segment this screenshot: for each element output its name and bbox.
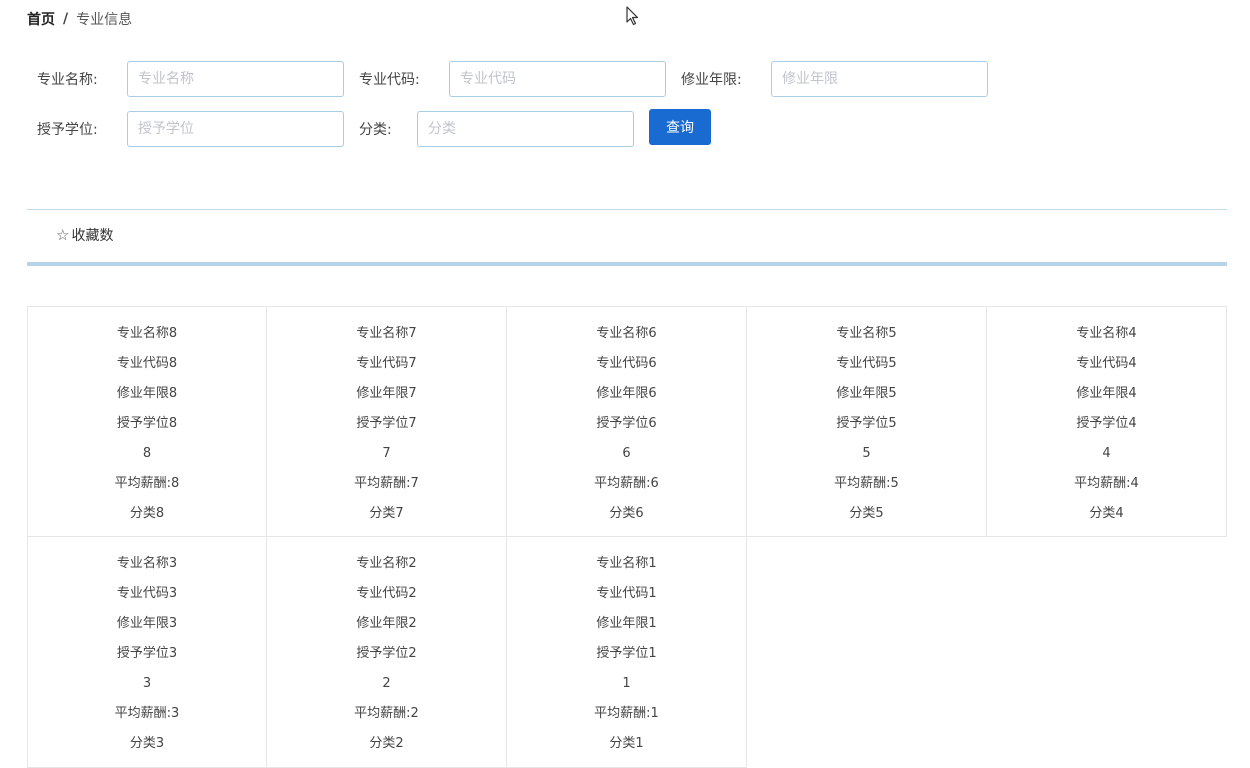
card-average-salary: 平均薪酬:2 xyxy=(354,706,419,721)
card-major-code: 专业代码7 xyxy=(356,356,417,371)
card-study-years: 修业年限5 xyxy=(836,386,897,401)
study-years-label: 修业年限: xyxy=(681,72,742,88)
query-button[interactable]: 查询 xyxy=(649,109,711,145)
breadcrumb-separator: / xyxy=(63,11,69,27)
card-favorite-count: 3 xyxy=(142,676,152,691)
major-card[interactable]: 专业名称4 专业代码4 修业年限4 授予学位4 4 平均薪酬:4 分类4 xyxy=(987,306,1227,537)
card-major-name: 专业名称2 xyxy=(356,556,417,571)
card-degree: 授予学位8 xyxy=(116,416,178,431)
card-favorite-count: 2 xyxy=(382,676,391,691)
card-category: 分类5 xyxy=(849,506,884,521)
star-outline-icon: ☆ xyxy=(56,226,70,244)
degree-label: 授予学位: xyxy=(37,122,98,138)
card-major-code: 专业代码3 xyxy=(116,586,178,601)
card-major-name: 专业名称6 xyxy=(596,326,657,341)
card-average-salary: 平均薪酬:3 xyxy=(114,706,180,721)
card-degree: 授予学位6 xyxy=(596,416,657,431)
card-favorite-count: 7 xyxy=(382,446,391,461)
card-major-name: 专业名称5 xyxy=(836,326,897,341)
category-label: 分类: xyxy=(359,122,392,138)
card-favorite-count: 5 xyxy=(862,446,871,461)
card-study-years: 修业年限2 xyxy=(356,616,417,631)
major-name-label: 专业名称: xyxy=(37,72,98,88)
card-favorite-count: 8 xyxy=(142,446,152,461)
card-degree: 授予学位3 xyxy=(116,646,178,661)
card-category: 分类4 xyxy=(1089,506,1124,521)
major-card[interactable]: 专业名称5 专业代码5 修业年限5 授予学位5 5 平均薪酬:5 分类5 xyxy=(747,306,987,537)
degree-input[interactable] xyxy=(127,111,344,147)
card-study-years: 修业年限3 xyxy=(116,616,178,631)
card-major-name: 专业名称8 xyxy=(116,326,178,341)
card-average-salary: 平均薪酬:4 xyxy=(1074,476,1139,491)
card-average-salary: 平均薪酬:5 xyxy=(834,476,899,491)
card-category: 分类6 xyxy=(609,506,644,521)
card-major-name: 专业名称3 xyxy=(116,556,178,571)
card-degree: 授予学位5 xyxy=(836,416,897,431)
card-major-name: 专业名称1 xyxy=(596,556,657,571)
major-card[interactable]: 专业名称8 专业代码8 修业年限8 授予学位8 8 平均薪酬:8 分类8 xyxy=(27,306,267,537)
card-study-years: 修业年限4 xyxy=(1076,386,1137,401)
card-major-code: 专业代码1 xyxy=(596,586,657,601)
card-major-name: 专业名称7 xyxy=(356,326,417,341)
mouse-pointer-icon xyxy=(626,6,639,26)
card-category: 分类3 xyxy=(129,736,165,751)
card-study-years: 修业年限1 xyxy=(596,616,657,631)
major-code-label: 专业代码: xyxy=(359,72,420,88)
card-average-salary: 平均薪酬:6 xyxy=(594,476,659,491)
category-input[interactable] xyxy=(417,111,634,147)
card-average-salary: 平均薪酬:8 xyxy=(114,476,180,491)
card-degree: 授予学位7 xyxy=(356,416,417,431)
card-category: 分类7 xyxy=(369,506,404,521)
card-study-years: 修业年限8 xyxy=(116,386,178,401)
major-name-input[interactable] xyxy=(127,61,344,97)
breadcrumb-home[interactable]: 首页 xyxy=(27,9,55,29)
major-card[interactable]: 专业名称6 专业代码6 修业年限6 授予学位6 6 平均薪酬:6 分类6 xyxy=(507,306,747,537)
card-major-name: 专业名称4 xyxy=(1076,326,1137,341)
breadcrumb-current: 专业信息 xyxy=(76,12,133,28)
card-favorite-count: 6 xyxy=(622,446,631,461)
major-card[interactable]: 专业名称1 专业代码1 修业年限1 授予学位1 1 平均薪酬:1 分类1 xyxy=(507,537,747,768)
card-category: 分类2 xyxy=(369,736,404,751)
card-degree: 授予学位1 xyxy=(596,646,657,661)
search-row-2: 授予学位: 分类: 查询 xyxy=(37,109,711,147)
card-major-code: 专业代码4 xyxy=(1076,356,1137,371)
card-favorite-count: 4 xyxy=(1102,446,1111,461)
tab-favorites[interactable]: ☆ 收藏数 xyxy=(56,225,113,245)
card-major-code: 专业代码2 xyxy=(356,586,417,601)
major-card[interactable]: 专业名称2 专业代码2 修业年限2 授予学位2 2 平均薪酬:2 分类2 xyxy=(267,537,507,768)
search-row-1: 专业名称: 专业代码: 修业年限: xyxy=(37,61,988,97)
card-category: 分类8 xyxy=(129,506,165,521)
card-degree: 授予学位4 xyxy=(1076,416,1137,431)
card-major-code: 专业代码6 xyxy=(596,356,657,371)
card-study-years: 修业年限7 xyxy=(356,386,417,401)
card-category: 分类1 xyxy=(609,736,644,751)
card-average-salary: 平均薪酬:7 xyxy=(354,476,419,491)
card-degree: 授予学位2 xyxy=(356,646,417,661)
card-study-years: 修业年限6 xyxy=(596,386,657,401)
breadcrumb: 首页 / 专业信息 xyxy=(27,8,132,30)
sort-tab-bar: ☆ 收藏数 xyxy=(27,209,1227,266)
card-major-code: 专业代码8 xyxy=(116,356,178,371)
tab-favorites-label: 收藏数 xyxy=(71,228,114,244)
major-card[interactable]: 专业名称3 专业代码3 修业年限3 授予学位3 3 平均薪酬:3 分类3 xyxy=(27,537,267,768)
major-card[interactable]: 专业名称7 专业代码7 修业年限7 授予学位7 7 平均薪酬:7 分类7 xyxy=(267,306,507,537)
major-card-grid: 专业名称8 专业代码8 修业年限8 授予学位8 8 平均薪酬:8 分类8 专业名… xyxy=(27,306,1227,768)
card-average-salary: 平均薪酬:1 xyxy=(594,706,659,721)
card-favorite-count: 1 xyxy=(622,676,631,691)
study-years-input[interactable] xyxy=(771,61,988,97)
major-code-input[interactable] xyxy=(449,61,666,97)
card-major-code: 专业代码5 xyxy=(836,356,897,371)
